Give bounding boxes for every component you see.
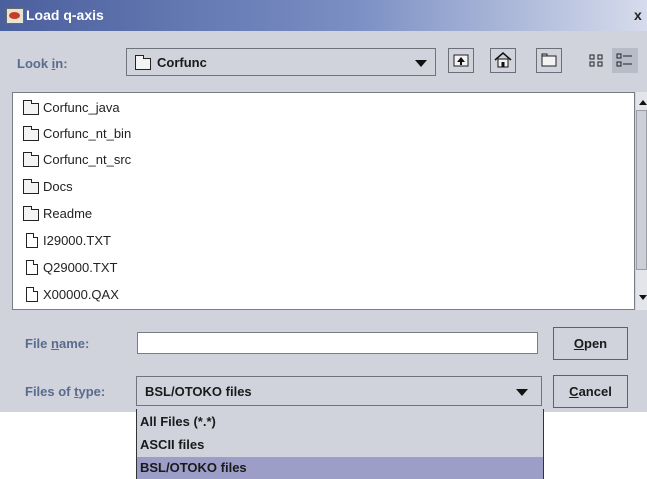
title-bar[interactable]: Load q-axis x [0,0,647,31]
new-folder-icon [541,53,557,67]
folder-icon [23,100,39,115]
file-icon [26,287,38,302]
open-button[interactable]: Open [553,327,628,360]
details-view-icon [616,53,632,67]
files-of-type-label: Files of type: [25,384,105,399]
look-in-label-suffix: n: [55,56,68,71]
cancel-button[interactable]: Cancel [553,375,628,408]
files-of-type-combo[interactable]: BSL/OTOKO files [136,376,542,406]
close-icon[interactable]: x [634,7,642,23]
open-button-label-rest: pen [584,336,608,351]
files-of-type-value: BSL/OTOKO files [145,384,252,399]
folder-icon [23,126,39,141]
list-item[interactable]: X00000.QAX [13,284,613,306]
folder-icon [23,206,39,221]
list-item-name: Docs [43,179,73,194]
look-in-value: Corfunc [157,55,207,70]
chevron-down-icon [415,60,427,67]
list-item[interactable]: Docs [13,176,613,198]
scroll-up-icon[interactable] [639,100,647,105]
chevron-down-icon [516,389,528,396]
file-list[interactable]: Corfunc_java Corfunc_nt_bin Corfunc_nt_s… [12,92,635,310]
cancel-button-label-rest: ancel [578,384,612,399]
up-one-level-button[interactable] [448,48,474,73]
list-item-name: Corfunc_nt_src [43,152,132,167]
file-name-label-suffix: ame: [58,336,90,351]
up-folder-icon [453,54,469,67]
folder-icon [23,152,39,167]
home-button[interactable] [490,48,516,73]
scroll-down-icon[interactable] [639,295,647,300]
list-item-name: X00000.QAX [43,287,119,302]
look-in-label-prefix: Look [17,56,52,71]
list-item[interactable]: Q29000.TXT [13,257,613,279]
folder-icon [135,55,151,70]
list-view-button[interactable] [584,48,610,73]
list-item[interactable]: Corfunc_nt_bin [13,123,613,145]
list-item-name: I29000.TXT [43,233,111,248]
file-name-label-mnemonic: n [51,336,59,351]
file-icon [26,233,38,248]
window-title: Load q-axis [26,7,104,23]
list-item[interactable]: I29000.TXT [13,230,613,252]
list-item-name: Corfunc_nt_bin [43,126,132,141]
load-q-axis-dialog: Load q-axis x Look in: Corfunc Corfunc_j… [0,0,647,412]
list-view-icon [589,54,603,67]
scrollbar-thumb[interactable] [636,110,647,270]
look-in-combo[interactable]: Corfunc [126,48,436,76]
files-of-type-label-suffix: ype: [78,384,106,399]
list-item-name: Corfunc_java [43,100,120,115]
open-button-mnemonic: O [573,336,584,351]
new-folder-button[interactable] [536,48,562,73]
home-icon [494,52,512,68]
list-item[interactable]: Corfunc_java [13,97,613,119]
file-name-field[interactable] [137,332,538,354]
folder-icon [23,179,39,194]
files-of-type-popup: All Files (*.*) ASCII files BSL/OTOKO fi… [136,409,544,479]
list-item[interactable]: Readme [13,203,613,225]
option-ascii-files[interactable]: ASCII files [137,434,543,456]
details-view-button[interactable] [612,48,638,73]
list-item-name: Readme [43,206,93,221]
file-name-label: File name: [25,336,89,351]
files-of-type-label-prefix: Files of [25,384,75,399]
file-name-label-prefix: File [25,336,52,351]
option-bsl-otoko-files[interactable]: BSL/OTOKO files [137,457,543,479]
look-in-label: Look in: [17,56,68,71]
java-coffee-icon [6,8,24,24]
list-item[interactable]: Corfunc_nt_src [13,149,613,171]
option-all-files[interactable]: All Files (*.*) [137,411,543,433]
list-item-name: Q29000.TXT [43,260,118,275]
file-icon [26,260,38,275]
vertical-scrollbar[interactable] [636,92,647,310]
cancel-button-mnemonic: C [569,384,579,399]
